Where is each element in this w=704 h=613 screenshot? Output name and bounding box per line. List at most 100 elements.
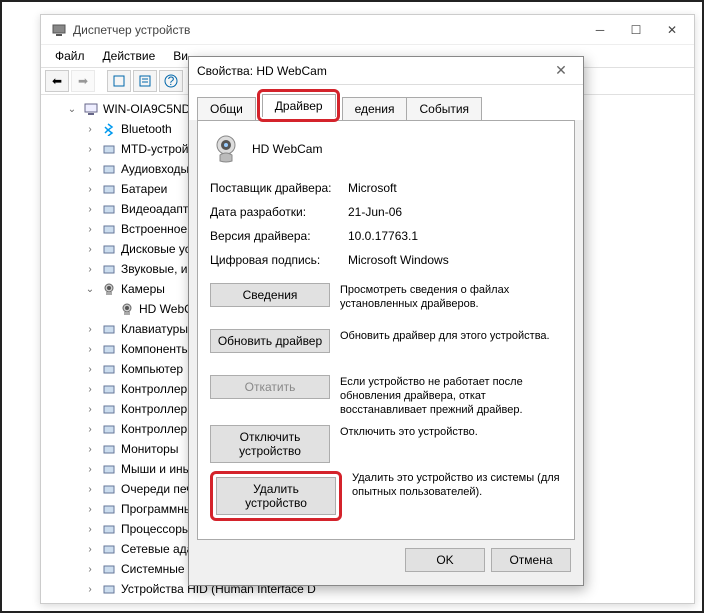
details-button[interactable]: Сведения xyxy=(210,283,330,307)
expand-icon[interactable]: › xyxy=(83,504,97,515)
device-icon xyxy=(101,521,117,537)
details-desc: Просмотреть сведения о файлах установлен… xyxy=(340,283,562,311)
sig-value: Microsoft Windows xyxy=(348,253,562,267)
tree-label: Клавиатуры xyxy=(121,322,188,336)
disable-device-button[interactable]: Отключить устройство xyxy=(210,425,330,463)
device-icon xyxy=(101,541,117,557)
tree-label: Батареи xyxy=(121,182,167,196)
row-rollback: Откатить Если устройство не работает пос… xyxy=(210,375,562,417)
row-update: Обновить драйвер Обновить драйвер для эт… xyxy=(210,329,562,367)
cancel-button[interactable]: Отмена xyxy=(491,548,571,572)
device-icon xyxy=(101,481,117,497)
expand-icon[interactable]: › xyxy=(83,364,97,375)
window-title: Диспетчер устройств xyxy=(73,23,582,37)
forward-button[interactable]: ➡ xyxy=(71,70,95,92)
expand-icon[interactable]: › xyxy=(83,524,97,535)
expand-icon[interactable]: › xyxy=(83,124,97,135)
tab-general[interactable]: Общи xyxy=(197,97,256,120)
properties-button[interactable] xyxy=(133,70,157,92)
row-uninstall: Удалить устройство Удалить это устройств… xyxy=(210,471,562,521)
close-button[interactable]: ✕ xyxy=(654,16,690,44)
expand-icon[interactable]: › xyxy=(83,424,97,435)
device-icon xyxy=(101,201,117,217)
expand-icon[interactable]: › xyxy=(83,584,97,595)
expand-icon[interactable]: › xyxy=(83,344,97,355)
date-value: 21-Jun-06 xyxy=(348,205,562,219)
tab-events[interactable]: События xyxy=(406,97,482,120)
device-icon xyxy=(101,241,117,257)
show-hidden-button[interactable] xyxy=(107,70,131,92)
expand-icon[interactable]: › xyxy=(83,464,97,475)
expand-icon[interactable]: ⌄ xyxy=(83,284,97,295)
back-button[interactable]: ⬅ xyxy=(45,70,69,92)
provider-value: Microsoft xyxy=(348,181,562,195)
update-desc: Обновить драйвер для этого устройства. xyxy=(340,329,562,343)
device-icon xyxy=(101,261,117,277)
expand-icon[interactable]: › xyxy=(83,544,97,555)
webcam-icon xyxy=(210,133,242,165)
titlebar[interactable]: Диспетчер устройств ─ ☐ ✕ xyxy=(41,15,694,45)
version-value: 10.0.17763.1 xyxy=(348,229,562,243)
date-label: Дата разработки: xyxy=(210,205,340,219)
expand-icon[interactable]: › xyxy=(83,144,97,155)
disable-desc: Отключить это устройство. xyxy=(340,425,562,439)
help-button[interactable]: ? xyxy=(159,70,183,92)
device-header: HD WebCam xyxy=(210,133,562,165)
expand-icon[interactable]: › xyxy=(83,244,97,255)
device-icon xyxy=(101,461,117,477)
version-label: Версия драйвера: xyxy=(210,229,340,243)
expand-icon[interactable]: › xyxy=(83,204,97,215)
device-icon xyxy=(101,181,117,197)
device-icon xyxy=(101,341,117,357)
highlight-driver-tab: Драйвер xyxy=(257,89,340,122)
expand-icon[interactable]: ⌄ xyxy=(65,104,79,115)
highlight-uninstall: Удалить устройство xyxy=(210,471,342,521)
expand-icon[interactable]: › xyxy=(83,224,97,235)
tree-label: Камеры xyxy=(121,282,165,296)
ok-button[interactable]: OK xyxy=(405,548,485,572)
row-details: Сведения Просмотреть сведения о файлах у… xyxy=(210,283,562,321)
tree-label: Процессоры xyxy=(121,522,191,536)
dialog-close-button[interactable]: ✕ xyxy=(547,62,575,79)
device-icon xyxy=(101,221,117,237)
provider-label: Поставщик драйвера: xyxy=(210,181,340,195)
row-disable: Отключить устройство Отключить это устро… xyxy=(210,425,562,463)
device-icon xyxy=(101,321,117,337)
app-icon xyxy=(51,22,67,38)
menu-file[interactable]: Файл xyxy=(47,47,93,65)
update-driver-button[interactable]: Обновить драйвер xyxy=(210,329,330,353)
device-icon xyxy=(101,561,117,577)
expand-icon[interactable]: › xyxy=(83,264,97,275)
menu-action[interactable]: Действие xyxy=(95,47,164,65)
tab-driver[interactable]: Драйвер xyxy=(262,94,336,117)
tab-strip: Общи Драйвер едения События xyxy=(189,85,583,120)
device-icon xyxy=(101,161,117,177)
device-icon xyxy=(101,441,117,457)
rollback-button: Откатить xyxy=(210,375,330,399)
expand-icon[interactable]: › xyxy=(83,164,97,175)
minimize-button[interactable]: ─ xyxy=(582,16,618,44)
dialog-title: Свойства: HD WebCam xyxy=(197,64,547,78)
device-icon xyxy=(101,501,117,517)
expand-icon[interactable]: › xyxy=(83,484,97,495)
expand-icon[interactable]: › xyxy=(83,404,97,415)
tree-label: Контроллеры xyxy=(121,422,196,436)
uninstall-device-button[interactable]: Удалить устройство xyxy=(216,477,336,515)
tree-label: Контроллеры xyxy=(121,402,196,416)
tree-label: Мыши и иные xyxy=(121,462,198,476)
expand-icon[interactable]: › xyxy=(83,184,97,195)
device-icon xyxy=(101,381,117,397)
tree-label: Контроллеры xyxy=(121,382,196,396)
expand-icon[interactable]: › xyxy=(83,444,97,455)
tree-label: MTD-устройс xyxy=(121,142,194,156)
tab-details[interactable]: едения xyxy=(342,97,408,120)
sig-label: Цифровая подпись: xyxy=(210,253,340,267)
maximize-button[interactable]: ☐ xyxy=(618,16,654,44)
expand-icon[interactable]: › xyxy=(83,384,97,395)
device-icon xyxy=(119,301,135,317)
dialog-titlebar[interactable]: Свойства: HD WebCam ✕ xyxy=(189,57,583,85)
expand-icon[interactable]: › xyxy=(83,324,97,335)
expand-icon[interactable]: › xyxy=(83,564,97,575)
tree-label: Компьютер xyxy=(121,362,183,376)
uninstall-desc: Удалить это устройство из системы (для о… xyxy=(352,471,562,499)
